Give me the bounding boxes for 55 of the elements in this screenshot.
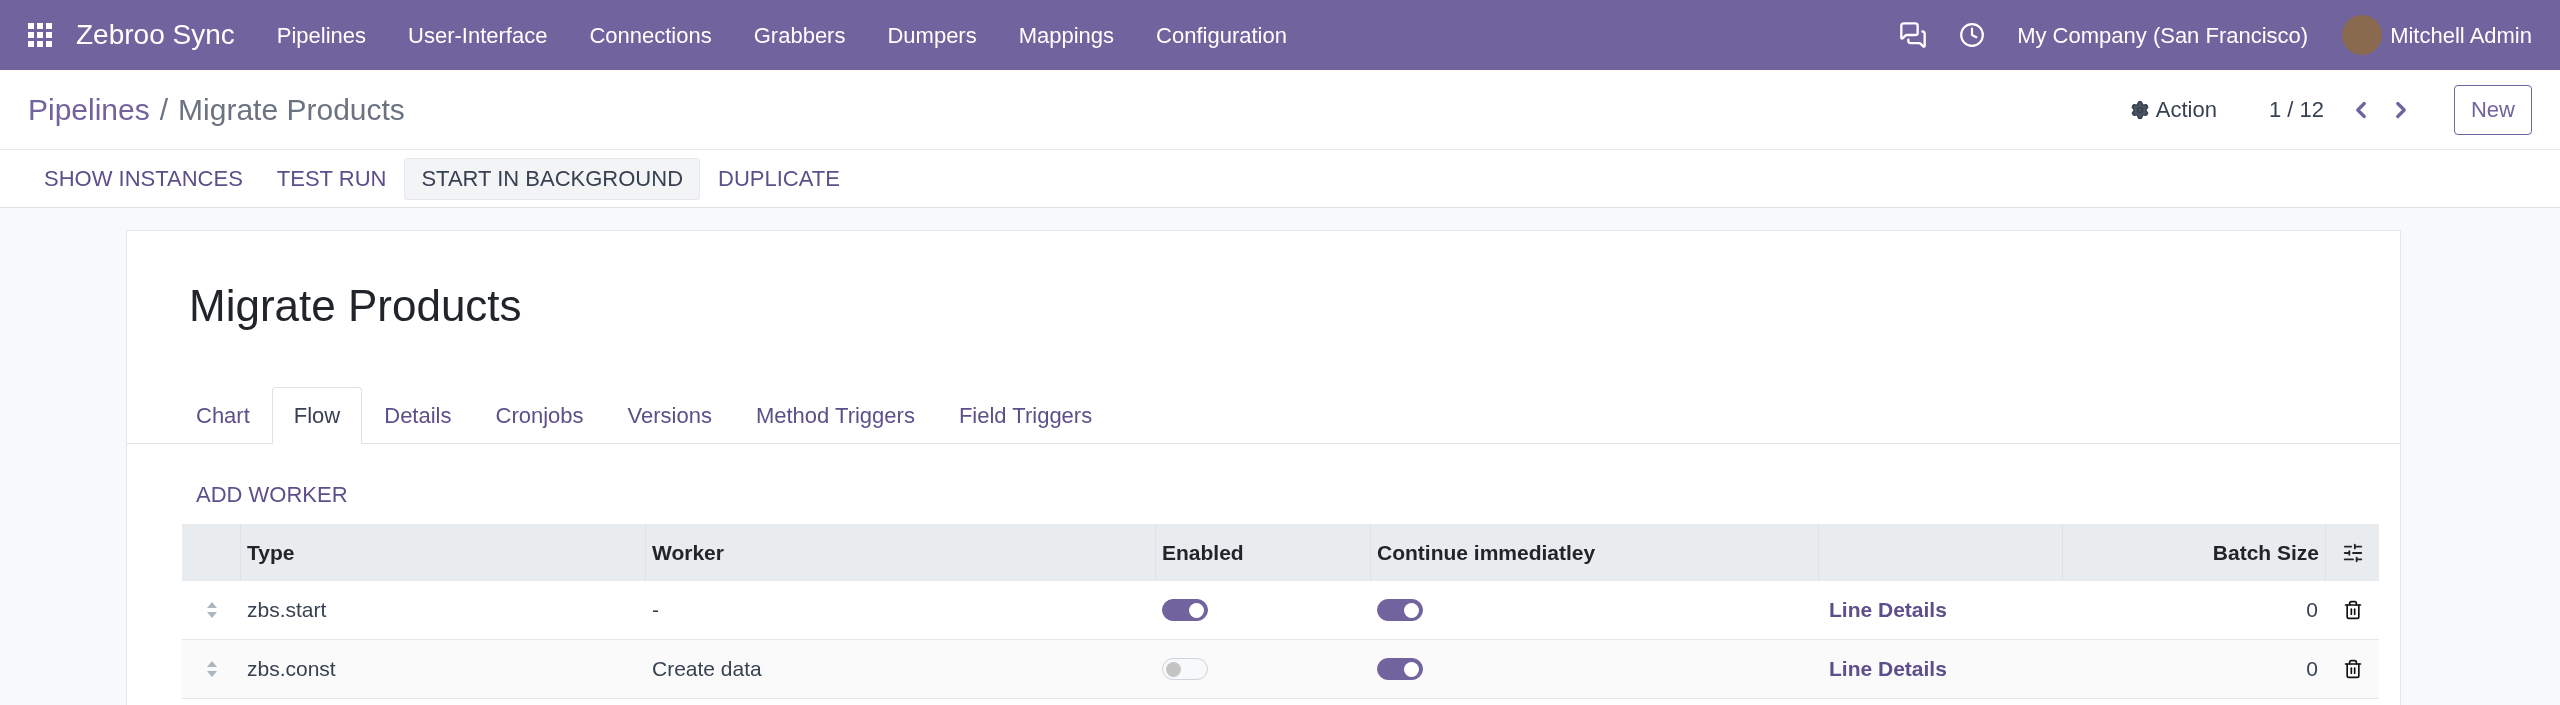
apps-grid-icon[interactable] [28,23,52,47]
column-header[interactable]: Enabled [1162,536,1244,569]
tab[interactable]: Method Triggers [733,387,937,444]
tab[interactable]: Cronjobs [473,387,606,444]
nav-menu-item[interactable]: Connections [589,18,712,52]
gear-icon [2129,99,2150,120]
pager-value: 1 / 12 [2268,96,2324,124]
nav-menu-item[interactable]: Pipelines [276,18,367,52]
delete-icon[interactable] [2342,600,2363,620]
tab[interactable]: Versions [605,387,734,444]
column-header[interactable]: Continue immediatley [1377,536,1596,569]
drag-handle-icon[interactable] [205,660,218,678]
header-button[interactable]: SHOW INSTANCES [28,157,259,200]
toggle-switch[interactable] [1377,658,1423,680]
table-cell: zbs.const [247,657,336,681]
toggle-switch[interactable] [1162,599,1208,621]
breadcrumb-separator: / [159,92,169,128]
column-header[interactable]: Batch Size [2212,536,2319,569]
tab[interactable]: Field Triggers [936,387,1115,444]
breadcrumb-link[interactable]: Pipelines [28,87,150,132]
nav-menu-item[interactable]: Mappings [1018,18,1115,52]
nav-menu-item[interactable]: Grabbers [753,18,846,52]
app-name[interactable]: Zebroo Sync [76,14,235,56]
action-menu-button[interactable]: Action [2129,93,2217,126]
column-header[interactable]: Type [247,536,295,569]
toggle-switch[interactable] [1377,599,1423,621]
line-details-link[interactable]: Line Details [1829,657,1947,681]
clock-icon[interactable] [1959,22,1986,48]
tab[interactable]: Chart [174,387,272,444]
nav-menu-item[interactable]: Dumpers [887,18,977,52]
table-cell: - [652,598,659,622]
line-details-link[interactable]: Line Details [1829,598,1947,622]
record-title: Migrate Products [188,280,523,332]
delete-icon[interactable] [2342,659,2363,679]
table-cell: zbs.start [247,598,327,622]
table-cell: Create data [652,657,762,681]
table-cell-text: 0 [2306,656,2318,683]
nav-menu-item[interactable]: Configuration [1156,18,1287,52]
tab[interactable]: Flow [271,387,363,444]
new-button[interactable]: New [2454,84,2532,135]
header-button[interactable]: START IN BACKGROUND [404,157,701,200]
column-settings-icon[interactable] [2341,541,2364,564]
nav-menu-item[interactable]: User-Interface [408,18,548,52]
user-name[interactable]: Mitchell Admin [2390,18,2532,52]
table-row[interactable]: zbs.const Create data Line Details 0 [182,640,2379,699]
header-button[interactable]: TEST RUN [260,157,403,200]
drag-handle-icon[interactable] [205,601,218,619]
header-button[interactable]: DUPLICATE [702,157,856,200]
column-header[interactable]: Worker [652,536,724,569]
table-cell-text: 0 [2306,597,2318,624]
add-worker-link[interactable]: ADD WORKER [182,444,2380,524]
chat-icon[interactable] [1899,21,1928,49]
breadcrumb-current: Migrate Products [178,92,405,128]
tab[interactable]: Details [362,387,474,444]
company-switcher[interactable]: My Company (San Francisco) [2017,18,2309,52]
